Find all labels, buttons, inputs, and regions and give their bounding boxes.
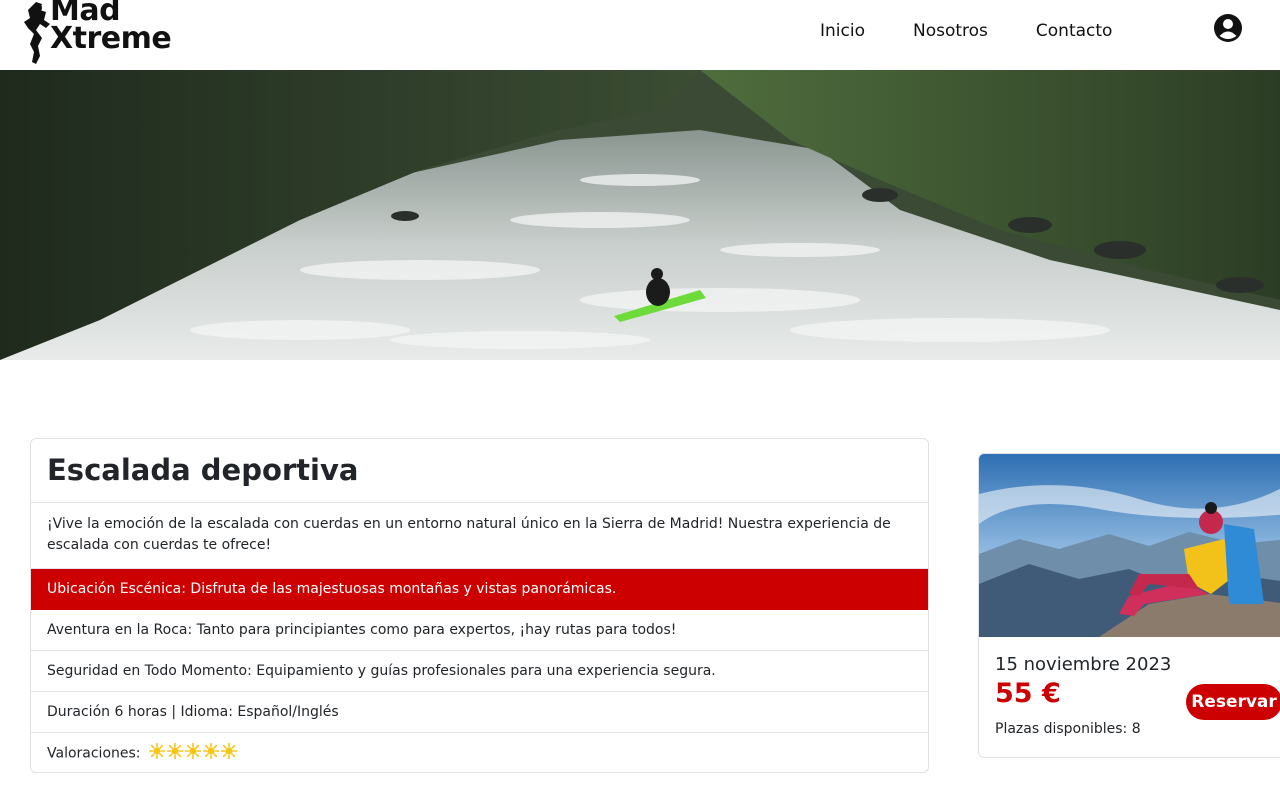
feature-item-safety[interactable]: Seguridad en Todo Momento: Equipamiento … <box>31 651 928 692</box>
sun-icon <box>202 743 219 759</box>
hero-banner <box>0 70 1280 360</box>
rating-row[interactable]: Valoraciones: <box>31 733 928 772</box>
hero-river-image <box>0 70 1280 360</box>
nav-link-contacto[interactable]: Contacto <box>1036 19 1113 43</box>
feature-item-adventure[interactable]: Aventura en la Roca: Tanto para principi… <box>31 610 928 651</box>
booking-date: 15 noviembre 2023 <box>995 654 1172 675</box>
booking-seats: Plazas disponibles: 8 <box>995 721 1141 737</box>
feature-item-duration[interactable]: Duración 6 horas | Idioma: Español/Inglé… <box>31 692 928 733</box>
booking-price: 55 € <box>995 678 1061 709</box>
brand-line-2: Xtreme <box>50 21 172 56</box>
sun-icon <box>184 743 201 759</box>
user-circle-icon[interactable] <box>1213 13 1243 43</box>
sun-icon <box>166 743 183 759</box>
navbar: Mad Xtreme Inicio Nosotros Contacto <box>0 0 1280 70</box>
sun-icon <box>220 743 237 759</box>
feature-item-location[interactable]: Ubicación Escénica: Disfruta de las maje… <box>31 569 928 610</box>
nav-link-nosotros[interactable]: Nosotros <box>913 19 988 43</box>
activity-description: ¡Vive la emoción de la escalada con cuer… <box>31 503 928 569</box>
brand-name: Mad Xtreme <box>50 0 172 56</box>
booking-image <box>979 454 1280 637</box>
nav-link-inicio[interactable]: Inicio <box>820 19 865 43</box>
rating-stars <box>148 743 239 764</box>
sun-icon <box>148 743 165 759</box>
nav-links: Inicio Nosotros Contacto <box>820 19 1160 43</box>
activity-card: Escalada deportiva ¡Vive la emoción de l… <box>30 438 929 773</box>
booking-card: 15 noviembre 2023 55 € Plazas disponible… <box>978 453 1280 758</box>
reserve-button[interactable]: Reservar <box>1186 684 1280 720</box>
activity-title: Escalada deportiva <box>31 439 928 503</box>
brand-logo[interactable]: Mad Xtreme <box>16 0 216 66</box>
rating-label: Valoraciones: <box>47 745 141 762</box>
